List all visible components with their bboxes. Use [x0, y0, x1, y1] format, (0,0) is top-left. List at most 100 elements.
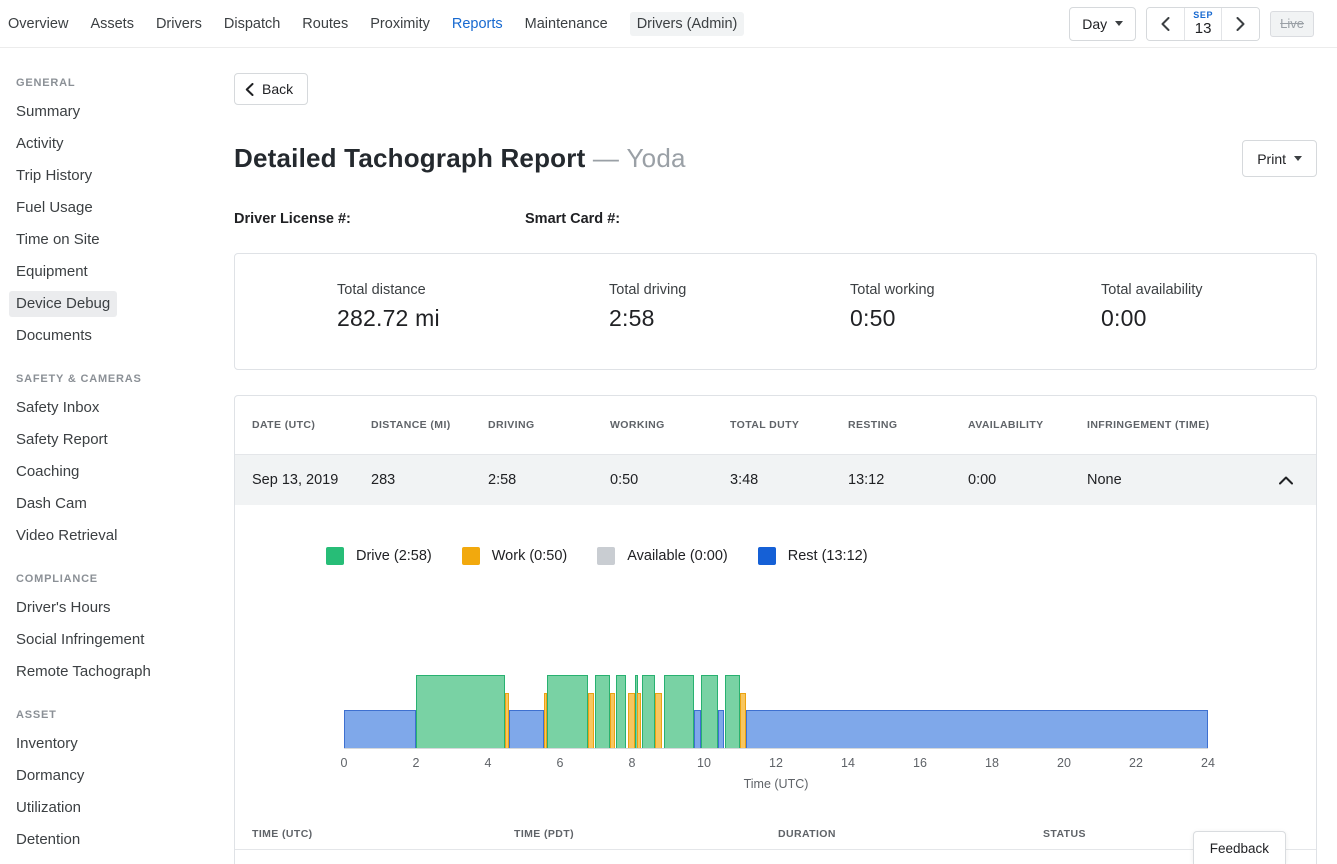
- nav-item-routes[interactable]: Routes: [302, 16, 348, 32]
- tacho-segment-drive: [701, 675, 718, 748]
- cell-resting: 13:12: [848, 472, 968, 488]
- smart-card-label: Smart Card #:: [525, 211, 620, 227]
- rest-swatch-icon: [758, 547, 776, 565]
- col-resting: RESTING: [848, 419, 968, 431]
- x-tick-14: 14: [841, 756, 855, 770]
- tacho-segment-work: [628, 693, 635, 748]
- tacho-segment-rest: [509, 710, 545, 748]
- col-date-utc: DATE (UTC): [252, 419, 371, 431]
- cell-driving: 2:58: [488, 472, 610, 488]
- stat-label: Total working: [850, 282, 935, 298]
- sidebar-item-remote-tachograph[interactable]: Remote Tachograph: [0, 656, 234, 688]
- tacho-segment-work: [637, 693, 641, 748]
- cell-distance: 283: [371, 472, 488, 488]
- legend-item-rest: Rest (13:12): [758, 547, 868, 565]
- x-tick-24: 24: [1201, 756, 1215, 770]
- x-tick-8: 8: [629, 756, 636, 770]
- print-dropdown-button[interactable]: Print: [1242, 140, 1317, 177]
- sidebar-item-video-retrieval[interactable]: Video Retrieval: [0, 520, 234, 552]
- nav-item-reports[interactable]: Reports: [452, 16, 503, 32]
- col-working: WORKING: [610, 419, 730, 431]
- legend-label: Available (0:00): [627, 548, 728, 564]
- col-infringement: INFRINGEMENT (TIME): [1087, 419, 1256, 431]
- sidebar-item-safety-inbox[interactable]: Safety Inbox: [0, 392, 234, 424]
- current-date-button[interactable]: SEP 13: [1184, 8, 1222, 40]
- nav-item-drivers-admin[interactable]: Drivers (Admin): [630, 12, 745, 36]
- cell-working: 0:50: [610, 472, 730, 488]
- tacho-plot: [344, 637, 1208, 749]
- sidebar-item-activity[interactable]: Activity: [0, 128, 234, 160]
- driver-name: Yoda: [627, 143, 686, 173]
- tacho-segment-drive: [642, 675, 654, 748]
- legend-item-available: Available (0:00): [597, 547, 728, 565]
- cell-total-duty: 3:48: [730, 472, 848, 488]
- sidebar-item-social-infringement[interactable]: Social Infringement: [0, 624, 234, 656]
- chevron-left-icon: [245, 83, 254, 96]
- nav-item-assets[interactable]: Assets: [90, 16, 134, 32]
- x-tick-12: 12: [769, 756, 783, 770]
- sidebar-item-documents[interactable]: Documents: [0, 320, 234, 352]
- tacho-segment-rest: [694, 710, 701, 748]
- sidebar-item-detention[interactable]: Detention: [0, 824, 234, 856]
- sidebar-item-summary[interactable]: Summary: [0, 96, 234, 128]
- stat-value: 0:50: [850, 305, 935, 332]
- day-table-row[interactable]: Sep 13, 2019 283 2:58 0:50 3:48 13:12 0:…: [235, 455, 1316, 505]
- sidebar-item-coaching[interactable]: Coaching: [0, 456, 234, 488]
- legend-item-work: Work (0:50): [462, 547, 567, 565]
- print-label: Print: [1257, 151, 1286, 167]
- date-range-dropdown[interactable]: Day: [1069, 7, 1136, 41]
- nav-item-proximity[interactable]: Proximity: [370, 16, 430, 32]
- col-availability: AVAILABILITY: [968, 419, 1087, 431]
- sidebar-item-safety-report[interactable]: Safety Report: [0, 424, 234, 456]
- x-tick-10: 10: [697, 756, 711, 770]
- cell-availability: 0:00: [968, 472, 1087, 488]
- nav-item-drivers[interactable]: Drivers: [156, 16, 202, 32]
- x-tick-18: 18: [985, 756, 999, 770]
- col-distance: DISTANCE (MI): [371, 419, 488, 431]
- x-tick-0: 0: [341, 756, 348, 770]
- sidebar-section-asset: ASSET Inventory Dormancy Utilization Det…: [0, 709, 234, 856]
- tacho-segment-rest: [746, 710, 1208, 748]
- chevron-up-icon: [1279, 476, 1293, 485]
- nav-item-overview[interactable]: Overview: [8, 16, 68, 32]
- date-navigator: SEP 13: [1146, 7, 1260, 41]
- stat-total-driving: Total driving 2:58: [609, 282, 686, 332]
- sidebar-item-drivers-hours[interactable]: Driver's Hours: [0, 592, 234, 624]
- collapse-row-button[interactable]: [1279, 476, 1316, 485]
- driver-license-label: Driver License #:: [234, 211, 525, 227]
- live-button[interactable]: Live: [1270, 11, 1314, 37]
- sidebar-item-fuel-usage[interactable]: Fuel Usage: [0, 192, 234, 224]
- sidebar-item-dormancy[interactable]: Dormancy: [0, 760, 234, 792]
- sidebar-item-trip-history[interactable]: Trip History: [0, 160, 234, 192]
- col-time-utc: TIME (UTC): [252, 828, 514, 840]
- sidebar-item-equipment[interactable]: Equipment: [0, 256, 234, 288]
- nav-item-dispatch[interactable]: Dispatch: [224, 16, 280, 32]
- sidebar-item-utilization[interactable]: Utilization: [0, 792, 234, 824]
- col-duration: DURATION: [778, 828, 1043, 840]
- stat-value: 0:00: [1101, 305, 1203, 332]
- tacho-segment-drive: [416, 675, 505, 748]
- x-tick-22: 22: [1129, 756, 1143, 770]
- date-day: 13: [1195, 21, 1212, 36]
- drive-swatch-icon: [326, 547, 344, 565]
- sidebar-item-time-on-site[interactable]: Time on Site: [0, 224, 234, 256]
- summary-card: Total distance 282.72 mi Total driving 2…: [234, 253, 1317, 370]
- sidebar-item-inventory[interactable]: Inventory: [0, 728, 234, 760]
- available-swatch-icon: [597, 547, 615, 565]
- nav-item-maintenance[interactable]: Maintenance: [525, 16, 608, 32]
- feedback-button[interactable]: Feedback: [1193, 831, 1286, 864]
- tacho-segment-drive: [616, 675, 626, 748]
- tacho-segment-drive: [595, 675, 610, 748]
- sidebar-section-safety: SAFETY & CAMERAS Safety Inbox Safety Rep…: [0, 373, 234, 552]
- top-nav: Overview Assets Drivers Dispatch Routes …: [0, 0, 1337, 48]
- prev-day-button[interactable]: [1147, 8, 1184, 40]
- detail-table-row[interactable]: 12:00 AM – 2:03 AM 5:00 PM – 7:03 PM 2:0…: [235, 850, 1316, 864]
- tacho-segment-work: [610, 693, 615, 748]
- sidebar-section-general: GENERAL Summary Activity Trip History Fu…: [0, 77, 234, 352]
- back-button[interactable]: Back: [234, 73, 308, 105]
- x-tick-16: 16: [913, 756, 927, 770]
- sidebar-item-dash-cam[interactable]: Dash Cam: [0, 488, 234, 520]
- next-day-button[interactable]: [1222, 8, 1259, 40]
- x-tick-6: 6: [557, 756, 564, 770]
- sidebar-item-device-debug[interactable]: Device Debug: [0, 288, 234, 320]
